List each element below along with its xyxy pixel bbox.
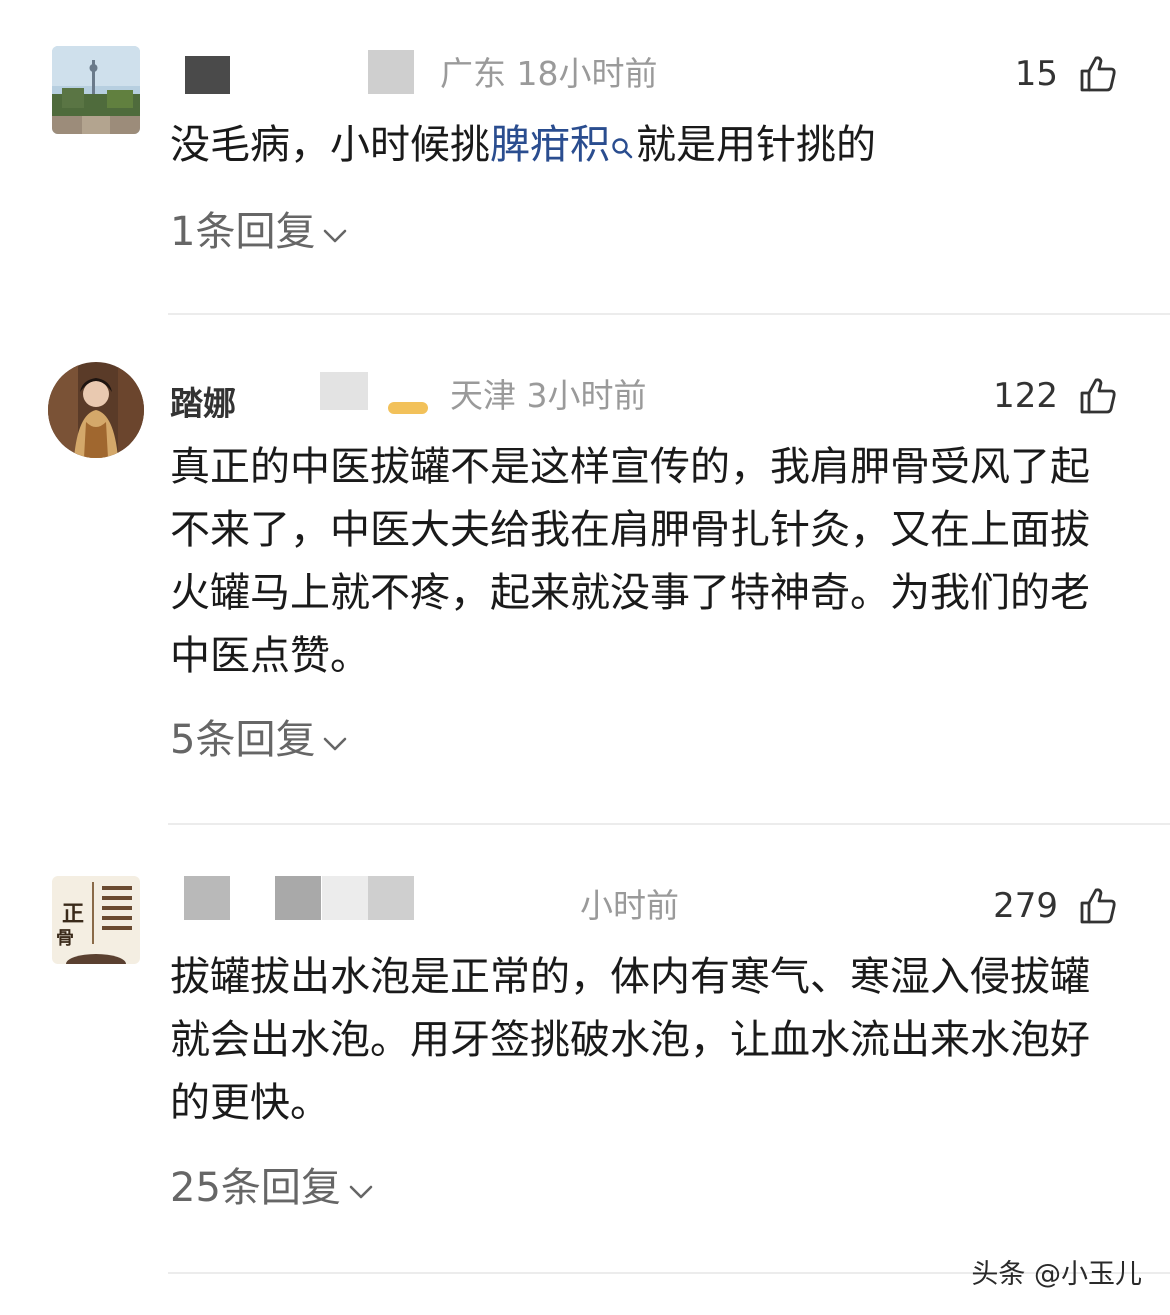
comment-text-part: 就是用针挑的 bbox=[636, 122, 876, 168]
comment-meta: 广东 18小时前 bbox=[440, 54, 658, 94]
username-text: 踏娜 bbox=[170, 384, 236, 418]
username-fragment: 踏娜 bbox=[170, 384, 236, 418]
chevron-down-icon bbox=[323, 207, 347, 255]
search-icon[interactable] bbox=[610, 118, 636, 181]
chevron-down-icon bbox=[349, 1163, 373, 1211]
comment-text: 拔罐拔出水泡是正常的，体内有寒气、寒湿入侵拔罐就会出水泡。用牙签挑破水泡，让血水… bbox=[170, 954, 1090, 1126]
location-label: 广东 bbox=[440, 54, 506, 93]
timestamp: 18小时前 bbox=[516, 54, 658, 93]
like-count: 15 bbox=[1014, 54, 1058, 94]
comment-item: 广东 18小时前 15 没毛病，小时候挑脾疳积 就是用针挑的 1条回复 bbox=[0, 46, 1170, 316]
redacted-username bbox=[184, 876, 230, 920]
replies-toggle[interactable]: 1条回复 bbox=[170, 208, 347, 256]
avatar-image bbox=[52, 46, 140, 134]
avatar-image bbox=[48, 362, 144, 458]
divider bbox=[168, 313, 1170, 315]
thumbs-up-icon[interactable] bbox=[1078, 886, 1118, 926]
comment-meta: 小时前 bbox=[580, 886, 679, 926]
redacted-username bbox=[368, 876, 414, 920]
avatar-glyph: 骨 bbox=[56, 928, 74, 949]
comment-text: 没毛病，小时候挑脾疳积 就是用针挑的 bbox=[170, 114, 1120, 181]
comment-meta: 天津 3小时前 bbox=[450, 376, 647, 416]
emoji-fragment bbox=[388, 402, 428, 414]
redacted-username bbox=[275, 876, 321, 920]
comment-text-part: 没毛病，小时候挑 bbox=[170, 122, 490, 168]
chevron-down-icon bbox=[323, 715, 347, 763]
avatar[interactable] bbox=[52, 46, 140, 134]
replies-count: 5条回复 bbox=[170, 717, 316, 763]
thumbs-up-icon[interactable] bbox=[1078, 54, 1118, 94]
replies-count: 1条回复 bbox=[170, 209, 316, 255]
thumbs-up-icon[interactable] bbox=[1078, 376, 1118, 416]
timestamp: 小时前 bbox=[580, 886, 679, 925]
like-count: 279 bbox=[993, 886, 1058, 926]
watermark: 头条 @小玉儿 bbox=[971, 1259, 1142, 1290]
replies-count: 25条回复 bbox=[170, 1165, 341, 1211]
keyword-link[interactable]: 脾疳积 bbox=[490, 122, 610, 168]
location-label: 天津 bbox=[450, 376, 516, 415]
divider bbox=[168, 823, 1170, 825]
replies-toggle[interactable]: 25条回复 bbox=[170, 1164, 373, 1212]
comment-text: 真正的中医拔罐不是这样宣传的，我肩胛骨受风了起不来了，中医大夫给我在肩胛骨扎针灸… bbox=[170, 444, 1090, 679]
replies-toggle[interactable]: 5条回复 bbox=[170, 716, 347, 764]
timestamp: 3小时前 bbox=[526, 376, 647, 415]
avatar[interactable] bbox=[48, 362, 144, 458]
comment-item: 正 骨 小时前 279 拔罐拔出水泡是正常的，体内有寒气、寒湿入侵拔罐就会出水泡… bbox=[0, 876, 1170, 1276]
redacted-username bbox=[368, 50, 414, 94]
comment-item: 踏娜 天津 3小时前 122 真正的中医拔罐不是这样宣传的，我肩胛骨受风了起不来… bbox=[0, 362, 1170, 822]
redacted-username bbox=[322, 876, 368, 920]
redacted-username bbox=[185, 56, 230, 94]
like-count: 122 bbox=[993, 376, 1058, 416]
redacted-username bbox=[320, 372, 368, 410]
avatar[interactable]: 正 骨 bbox=[52, 876, 140, 964]
